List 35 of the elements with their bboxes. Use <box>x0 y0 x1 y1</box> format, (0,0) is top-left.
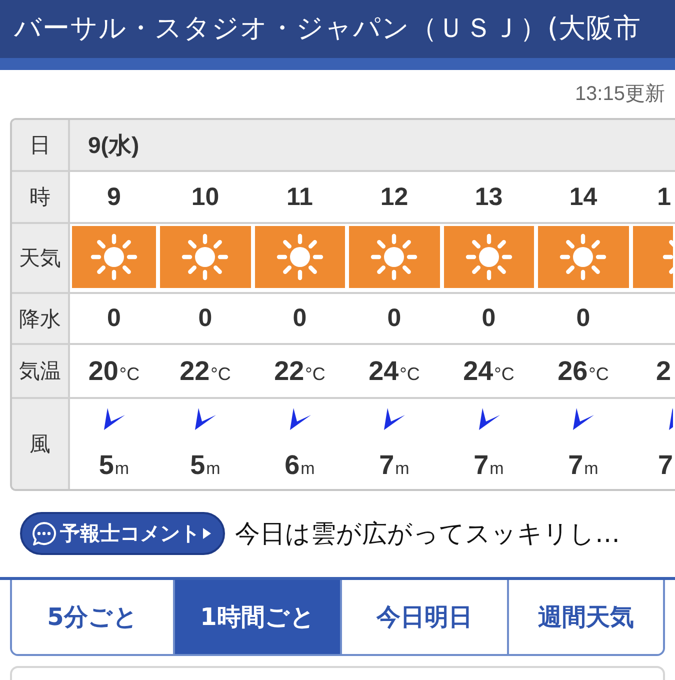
tab[interactable]: 1時間ごと <box>173 580 340 654</box>
update-time: 13:15更新 <box>574 82 665 106</box>
temperature-text: 26°C <box>558 356 609 386</box>
row-header: 風 <box>12 399 70 489</box>
wind-speed-text: 7 <box>658 451 673 479</box>
wind-speed-text: 5m <box>98 451 130 482</box>
sun-icon <box>276 233 324 281</box>
row-header: 気温 <box>12 345 70 399</box>
temperature-text: 24°C <box>463 356 514 386</box>
sun-icon <box>559 233 608 281</box>
speech-bubble-icon <box>31 520 57 546</box>
temperature-text: 24°C <box>368 356 420 386</box>
wind-speed-text: 6m <box>284 451 315 482</box>
row-header: 時 <box>12 172 70 224</box>
sun-icon <box>370 233 418 281</box>
row-header: 降水 <box>12 294 70 345</box>
wind-speed-text: 7m <box>568 451 598 482</box>
row-header: 日 <box>12 120 70 172</box>
row-header: 天気 <box>12 224 70 294</box>
sun-icon <box>464 233 513 281</box>
wind-speed-text: 7m <box>474 451 504 482</box>
temperature-text: 20°C <box>88 356 140 386</box>
temperature-text: 2 <box>656 356 671 386</box>
page-title: バーサル・スタジオ・ジャパン（ＵＳＪ）(大阪市 <box>14 12 642 46</box>
tab[interactable]: 週間天気 <box>507 580 663 654</box>
forecaster-comment-button[interactable]: 予報士コメント <box>20 512 225 555</box>
wind-speed-text: 7m <box>379 451 410 482</box>
sun-icon <box>90 233 138 281</box>
temperature-text: 22°C <box>180 356 231 386</box>
comment-text: 今日は雲が広がってスッキリし… <box>235 518 620 550</box>
sun-icon <box>181 233 230 281</box>
wind-speed-text: 5m <box>190 451 220 482</box>
caret-icon <box>203 528 211 539</box>
temperature-text: 22°C <box>274 356 326 386</box>
date-cell: 9(水) <box>70 120 675 172</box>
